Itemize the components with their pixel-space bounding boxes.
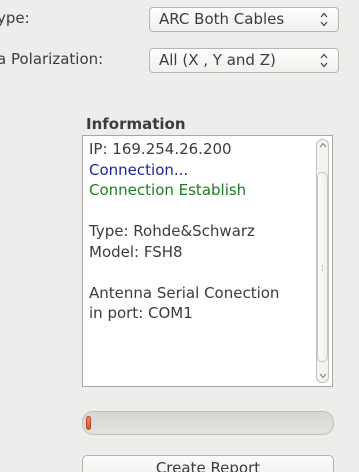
information-textbox[interactable]: IP: 169.254.26.200 Connection... Connectio… [82, 135, 333, 387]
information-line [89, 262, 279, 283]
polarization-combobox[interactable]: All (X , Y and Z) [149, 48, 339, 73]
polarization-combobox-value: All (X , Y and Z) [159, 51, 276, 69]
information-line [89, 201, 279, 222]
create-report-button[interactable]: Create Report [82, 455, 334, 472]
information-title: Information [86, 115, 186, 133]
type-label: ype: [0, 9, 30, 27]
information-scrollbar[interactable] [316, 139, 329, 383]
type-combobox[interactable]: ARC Both Cables [149, 7, 339, 32]
information-line: IP: 169.254.26.200 [89, 140, 232, 158]
information-line: in port: COM1 [89, 304, 193, 322]
information-line: Model: FSH8 [89, 242, 183, 261]
information-line: Type: Rohde&Schwarz [89, 222, 255, 240]
up-down-chevron-icon [320, 53, 328, 68]
information-line: Connection... [89, 160, 189, 179]
progress-bar-fill [86, 416, 91, 430]
scrollbar-grip-icon [322, 265, 325, 271]
progress-bar [82, 411, 334, 435]
scrollbar-thumb[interactable] [317, 172, 328, 362]
type-combobox-value: ARC Both Cables [159, 10, 285, 28]
scroll-up-arrow-icon[interactable] [319, 142, 327, 148]
antenna-settings-panel: ype: ARC Both Cables a Polarization: All… [0, 0, 359, 472]
scroll-down-arrow-icon[interactable] [319, 373, 327, 379]
information-log: IP: 169.254.26.200 Connection... Connectio… [89, 139, 279, 324]
information-line: Connection Establish [89, 181, 247, 199]
information-line: Antenna Serial Conection [89, 283, 280, 302]
polarization-label: a Polarization: [0, 50, 104, 68]
up-down-chevron-icon [320, 12, 328, 27]
